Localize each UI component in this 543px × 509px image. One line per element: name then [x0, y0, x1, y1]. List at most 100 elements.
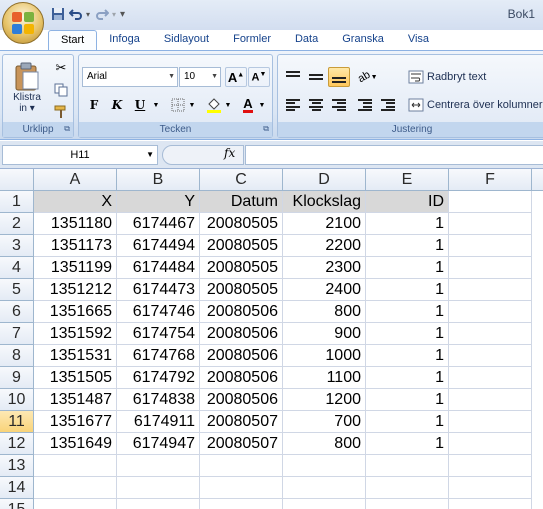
- cell-f13[interactable]: [449, 455, 532, 477]
- font-size-select[interactable]: 10 ▼: [179, 67, 221, 87]
- cell-d4[interactable]: 2300: [283, 257, 366, 279]
- cell-c12[interactable]: 20080507: [200, 433, 283, 455]
- cell-d10[interactable]: 1200: [283, 389, 366, 411]
- redo-icon[interactable]: [94, 6, 110, 22]
- cell-e11[interactable]: 1: [366, 411, 449, 433]
- align-left-button[interactable]: [282, 95, 304, 115]
- cell-e8[interactable]: 1: [366, 345, 449, 367]
- column-header-d[interactable]: D: [283, 169, 366, 191]
- align-bottom-button[interactable]: [328, 67, 350, 87]
- cell-b1[interactable]: Y: [117, 191, 200, 213]
- cell-d1[interactable]: Klockslag: [283, 191, 366, 213]
- cell-c9[interactable]: 20080506: [200, 367, 283, 389]
- borders-dropdown-icon[interactable]: ▼: [187, 95, 197, 115]
- cell-d2[interactable]: 2100: [283, 213, 366, 235]
- cell-e1[interactable]: ID: [366, 191, 449, 213]
- row-header-12[interactable]: 12: [0, 433, 34, 455]
- cell-b9[interactable]: 6174792: [117, 367, 200, 389]
- cell-f8[interactable]: [449, 345, 532, 367]
- cell-c4[interactable]: 20080505: [200, 257, 283, 279]
- tab-visa[interactable]: Visa: [396, 30, 441, 51]
- cell-a5[interactable]: 1351212: [34, 279, 117, 301]
- cell-e5[interactable]: 1: [366, 279, 449, 301]
- cell-e4[interactable]: 1: [366, 257, 449, 279]
- row-header-5[interactable]: 5: [0, 279, 34, 301]
- undo-icon[interactable]: [68, 6, 84, 22]
- cell-c3[interactable]: 20080505: [200, 235, 283, 257]
- cell-e6[interactable]: 1: [366, 301, 449, 323]
- cell-f7[interactable]: [449, 323, 532, 345]
- formula-input[interactable]: [245, 145, 543, 165]
- row-header-15[interactable]: 15: [0, 499, 34, 509]
- underline-dropdown-icon[interactable]: ▼: [151, 95, 161, 115]
- redo-dropdown-icon[interactable]: ▾: [112, 10, 116, 19]
- cell-b2[interactable]: 6174467: [117, 213, 200, 235]
- borders-button[interactable]: [167, 95, 189, 115]
- cell-b12[interactable]: 6174947: [117, 433, 200, 455]
- cell-c1[interactable]: Datum: [200, 191, 283, 213]
- cell-b3[interactable]: 6174494: [117, 235, 200, 257]
- center-button[interactable]: [305, 95, 327, 115]
- column-header-f[interactable]: F: [449, 169, 532, 191]
- row-header-11[interactable]: 11: [0, 411, 34, 433]
- cell-c10[interactable]: 20080506: [200, 389, 283, 411]
- cell-b11[interactable]: 6174911: [117, 411, 200, 433]
- tab-granska[interactable]: Granska: [330, 30, 396, 51]
- cell-d15[interactable]: [283, 499, 366, 509]
- column-header-c[interactable]: C: [200, 169, 283, 191]
- grow-font-button[interactable]: A▲: [225, 67, 247, 87]
- cell-d7[interactable]: 900: [283, 323, 366, 345]
- cell-a8[interactable]: 1351531: [34, 345, 117, 367]
- underline-button[interactable]: U: [129, 95, 151, 115]
- cell-e12[interactable]: 1: [366, 433, 449, 455]
- cell-d9[interactable]: 1100: [283, 367, 366, 389]
- cell-e14[interactable]: [366, 477, 449, 499]
- tab-data[interactable]: Data: [283, 30, 330, 51]
- name-box[interactable]: H11 ▼: [2, 145, 158, 165]
- cell-a12[interactable]: 1351649: [34, 433, 117, 455]
- cell-d14[interactable]: [283, 477, 366, 499]
- cell-b5[interactable]: 6174473: [117, 279, 200, 301]
- align-middle-button[interactable]: [305, 67, 327, 87]
- font-color-dropdown-icon[interactable]: ▼: [257, 95, 267, 115]
- save-icon[interactable]: [50, 6, 66, 22]
- cell-d13[interactable]: [283, 455, 366, 477]
- fill-color-button[interactable]: [203, 95, 225, 115]
- tab-infoga[interactable]: Infoga: [97, 30, 152, 51]
- decrease-indent-button[interactable]: [354, 95, 376, 115]
- cell-e10[interactable]: 1: [366, 389, 449, 411]
- cell-a7[interactable]: 1351592: [34, 323, 117, 345]
- cell-d5[interactable]: 2400: [283, 279, 366, 301]
- paste-button[interactable]: Klistra in ▾: [7, 57, 47, 119]
- column-header-a[interactable]: A: [34, 169, 117, 191]
- column-header-b[interactable]: B: [117, 169, 200, 191]
- cell-b15[interactable]: [117, 499, 200, 509]
- cell-a13[interactable]: [34, 455, 117, 477]
- tab-sidlayout[interactable]: Sidlayout: [152, 30, 221, 51]
- wrap-text-button[interactable]: Radbryt text: [408, 67, 486, 87]
- row-header-1[interactable]: 1: [0, 191, 34, 213]
- merge-center-button[interactable]: Centrera över kolumner: [408, 95, 543, 115]
- cell-f11[interactable]: [449, 411, 532, 433]
- cell-f5[interactable]: [449, 279, 532, 301]
- cell-c7[interactable]: 20080506: [200, 323, 283, 345]
- cell-b14[interactable]: [117, 477, 200, 499]
- tab-formler[interactable]: Formler: [221, 30, 283, 51]
- fill-color-dropdown-icon[interactable]: ▼: [223, 95, 233, 115]
- cell-d11[interactable]: 700: [283, 411, 366, 433]
- cut-button[interactable]: ✂: [50, 58, 72, 78]
- cell-c5[interactable]: 20080505: [200, 279, 283, 301]
- cell-b4[interactable]: 6174484: [117, 257, 200, 279]
- cell-c14[interactable]: [200, 477, 283, 499]
- cell-d8[interactable]: 1000: [283, 345, 366, 367]
- cell-f2[interactable]: [449, 213, 532, 235]
- cell-e2[interactable]: 1: [366, 213, 449, 235]
- cell-e15[interactable]: [366, 499, 449, 509]
- cell-b8[interactable]: 6174768: [117, 345, 200, 367]
- select-all-corner[interactable]: [0, 169, 34, 191]
- bold-button[interactable]: F: [83, 95, 105, 115]
- font-name-select[interactable]: Arial ▼: [82, 67, 178, 87]
- row-header-14[interactable]: 14: [0, 477, 34, 499]
- cell-e13[interactable]: [366, 455, 449, 477]
- cell-f9[interactable]: [449, 367, 532, 389]
